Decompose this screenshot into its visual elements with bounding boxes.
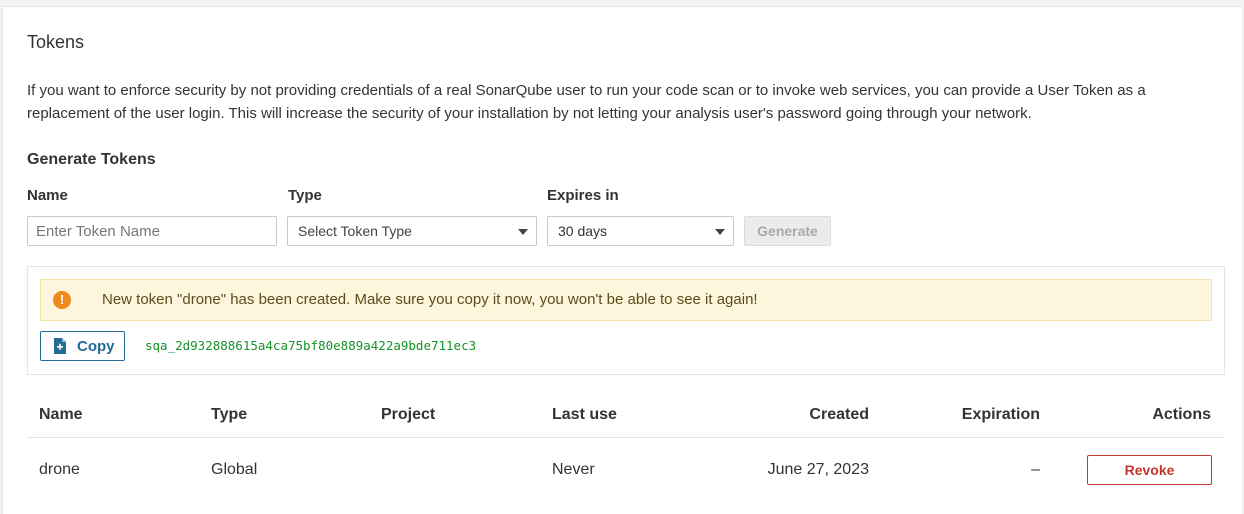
- name-label: Name: [27, 187, 68, 204]
- token-row-last-use: Never: [552, 461, 595, 478]
- tokens-panel: Tokens If you want to enforce security b…: [2, 6, 1242, 514]
- token-value: sqa_2d932888615a4ca75bf80e889a422a9bde71…: [145, 338, 477, 353]
- column-header-name: Name: [39, 406, 83, 423]
- type-label: Type: [288, 187, 322, 204]
- section-description: If you want to enforce security by not p…: [27, 82, 1146, 122]
- warning-alert: ! New token "drone" has been created. Ma…: [40, 279, 1212, 321]
- token-row-name: drone: [39, 461, 80, 478]
- token-row-type: Global: [211, 461, 258, 478]
- table-header-divider: [27, 437, 1225, 438]
- token-type-value: Select Token Type: [298, 223, 412, 239]
- token-type-select[interactable]: Select Token Type: [287, 216, 537, 246]
- token-row-expiration: –: [1031, 461, 1040, 478]
- expires-label: Expires in: [547, 187, 619, 204]
- column-header-created: Created: [809, 406, 869, 423]
- column-header-type: Type: [211, 406, 248, 423]
- generate-tokens-heading: Generate Tokens: [27, 151, 156, 168]
- token-name-input[interactable]: [27, 216, 277, 246]
- expires-in-value: 30 days: [558, 223, 608, 239]
- section-title: Tokens: [27, 32, 85, 52]
- chevron-down-icon: [715, 229, 725, 235]
- token-row-created: June 27, 2023: [767, 461, 869, 478]
- alert-message: New token "drone" has been created. Make…: [102, 291, 758, 308]
- warning-icon: !: [53, 291, 71, 309]
- expires-in-select[interactable]: 30 days: [547, 216, 734, 246]
- clipboard-icon: [54, 338, 66, 354]
- copy-button[interactable]: Copy: [40, 331, 125, 361]
- column-header-expiration: Expiration: [961, 406, 1040, 423]
- column-header-actions: Actions: [1152, 406, 1211, 423]
- chevron-down-icon: [518, 229, 528, 235]
- new-token-notice: ! New token "drone" has been created. Ma…: [27, 266, 1225, 375]
- revoke-button[interactable]: Revoke: [1087, 455, 1212, 485]
- generate-button[interactable]: Generate: [744, 216, 831, 246]
- column-header-last-use: Last use: [552, 406, 617, 423]
- copy-label: Copy: [77, 338, 115, 355]
- column-header-project: Project: [381, 406, 436, 423]
